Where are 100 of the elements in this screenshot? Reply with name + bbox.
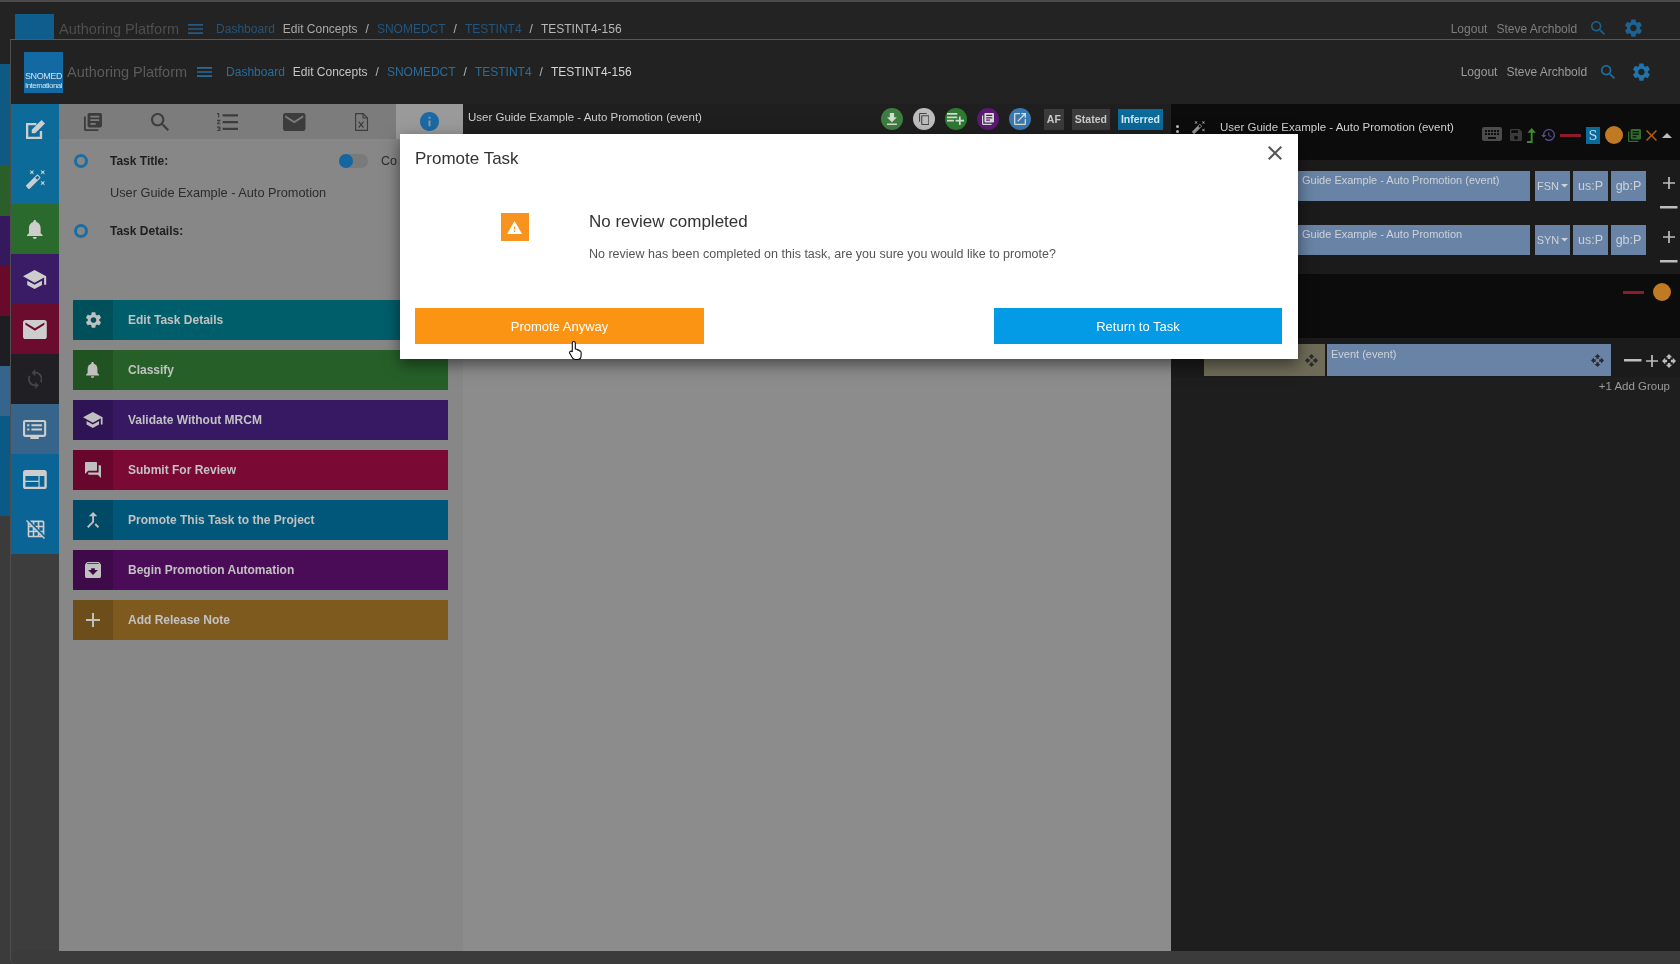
field-label: Task Details: bbox=[110, 224, 184, 238]
acceptability-button[interactable]: gb:P bbox=[1611, 171, 1646, 201]
caret-up-icon[interactable] bbox=[1662, 132, 1672, 138]
download-icon[interactable] bbox=[880, 108, 903, 130]
action-button[interactable]: Classify bbox=[73, 350, 448, 390]
breadcrumb-link[interactable]: Dashboard bbox=[216, 21, 275, 37]
sidebar-button[interactable] bbox=[11, 304, 59, 354]
message-heading: No review completed bbox=[589, 212, 749, 232]
sidebar-button[interactable] bbox=[11, 204, 59, 254]
plus-icon[interactable] bbox=[1663, 231, 1675, 243]
acceptability-button[interactable]: us:P bbox=[1573, 225, 1608, 255]
promote-anyway-button[interactable]: Promote Anyway bbox=[415, 308, 704, 344]
view-toggle-button[interactable]: AF bbox=[1043, 108, 1064, 130]
status-dot-icon bbox=[1653, 283, 1671, 301]
minus-icon[interactable] bbox=[1660, 206, 1678, 209]
breadcrumb-link[interactable]: TESTINT4 bbox=[464, 21, 522, 37]
grid-off-icon bbox=[25, 519, 45, 539]
term-type-dropdown[interactable]: SYN bbox=[1535, 225, 1570, 255]
message-text: No review has been completed on this task, are you sure you would like to promote? bbox=[589, 246, 1056, 262]
menu-icon[interactable] bbox=[188, 24, 204, 34]
vertical-dots-icon[interactable] bbox=[1176, 125, 1179, 133]
action-button[interactable]: Promote This Task to the Project bbox=[73, 500, 448, 540]
graduation-cap-icon bbox=[23, 269, 47, 289]
logout-link[interactable]: Logout bbox=[1460, 64, 1498, 80]
sidebar-button[interactable] bbox=[11, 454, 59, 504]
dialog-title: Promote Task bbox=[415, 149, 519, 169]
field-label: Task Title: bbox=[110, 154, 169, 168]
history-icon[interactable] bbox=[1541, 129, 1555, 141]
ring-icon bbox=[74, 154, 88, 168]
breadcrumb-separator: / bbox=[453, 21, 457, 37]
add-to-list-icon[interactable] bbox=[944, 108, 967, 130]
plus-icon[interactable] bbox=[1663, 177, 1675, 189]
description-field[interactable]: Guide Example - Auto Promotion bbox=[1298, 225, 1530, 255]
description-field[interactable]: Guide Example - Auto Promotion (event) bbox=[1298, 171, 1530, 201]
settings-icon[interactable] bbox=[1625, 19, 1642, 37]
breadcrumb-item: Edit Concepts bbox=[282, 21, 358, 37]
stacked-pages-icon[interactable] bbox=[976, 108, 999, 130]
logout-link[interactable]: Logout bbox=[1450, 21, 1488, 37]
minus-icon[interactable] bbox=[1560, 133, 1581, 137]
minus-icon[interactable] bbox=[1660, 260, 1678, 263]
settings-icon[interactable] bbox=[1633, 63, 1650, 81]
logo-text: SNOMED bbox=[24, 71, 63, 81]
bell-icon bbox=[73, 350, 113, 390]
plus-icon bbox=[73, 600, 113, 640]
breadcrumb-separator: / bbox=[375, 64, 379, 80]
up-arrow-icon[interactable] bbox=[1527, 127, 1536, 143]
menu-icon[interactable] bbox=[197, 67, 213, 77]
action-button[interactable]: Submit For Review bbox=[73, 450, 448, 490]
numbered-list-icon bbox=[216, 112, 238, 131]
search-icon[interactable] bbox=[1601, 65, 1616, 79]
close-icon[interactable] bbox=[1646, 129, 1657, 141]
term-type-dropdown[interactable]: FSN bbox=[1535, 171, 1570, 201]
breadcrumb-link[interactable]: SNOMEDCT bbox=[376, 21, 446, 37]
sidebar-button[interactable] bbox=[11, 504, 59, 554]
search-icon[interactable] bbox=[1591, 21, 1606, 35]
sidebar-button[interactable] bbox=[11, 254, 59, 304]
toggle-switch[interactable] bbox=[339, 154, 368, 168]
graduation-cap-icon bbox=[73, 400, 113, 440]
acceptability-button[interactable]: us:P bbox=[1573, 171, 1608, 201]
bell-icon bbox=[27, 219, 43, 239]
action-button[interactable]: Add Release Note bbox=[73, 600, 448, 640]
move-icon[interactable] bbox=[1661, 353, 1676, 368]
close-icon[interactable] bbox=[1268, 146, 1282, 160]
breadcrumb-separator: / bbox=[365, 21, 369, 37]
breadcrumb-current: TESTINT4-156 bbox=[550, 64, 632, 80]
status-badge: S bbox=[1586, 126, 1600, 144]
copy-icon[interactable] bbox=[912, 108, 935, 130]
add-group-link[interactable]: +1 Add Group bbox=[1598, 379, 1670, 393]
sidebar-button[interactable] bbox=[11, 404, 59, 454]
plus-icon[interactable] bbox=[1645, 354, 1658, 367]
open-external-icon[interactable] bbox=[1008, 108, 1031, 130]
info-icon bbox=[419, 112, 439, 131]
breadcrumb-link[interactable]: TESTINT4 bbox=[474, 64, 532, 80]
keyboard-icon[interactable] bbox=[1481, 127, 1502, 141]
warning-icon bbox=[501, 213, 529, 241]
stacked-pages-icon bbox=[83, 112, 102, 131]
ring-icon bbox=[74, 224, 88, 238]
view-toggle-button[interactable]: Stated bbox=[1071, 108, 1110, 130]
view-toggle-button[interactable]: Inferred bbox=[1117, 108, 1163, 130]
user-name: Steve Archbold bbox=[1506, 64, 1588, 80]
action-button[interactable]: Validate Without MRCM bbox=[73, 400, 448, 440]
envelope-icon bbox=[23, 319, 47, 339]
sidebar-button[interactable] bbox=[11, 104, 59, 154]
return-to-task-button[interactable]: Return to Task bbox=[994, 308, 1282, 344]
browser-window-icon bbox=[23, 469, 47, 489]
concept-title: User Guide Example - Auto Promotion (event) bbox=[468, 110, 702, 124]
action-button[interactable]: Begin Promotion Automation bbox=[73, 550, 448, 590]
app-name: Authoring Platform bbox=[67, 63, 188, 81]
acceptability-button[interactable]: gb:P bbox=[1611, 225, 1646, 255]
relationship-target-field[interactable]: Event (event) bbox=[1327, 344, 1611, 376]
breadcrumb-current: TESTINT4-156 bbox=[540, 21, 622, 37]
settings-icon bbox=[73, 300, 113, 340]
field-value: User Guide Example - Auto Promotion bbox=[110, 185, 328, 201]
breadcrumb-link[interactable]: SNOMEDCT bbox=[386, 64, 456, 80]
envelope-icon bbox=[283, 112, 306, 131]
search-icon bbox=[151, 112, 169, 131]
breadcrumb-link[interactable]: Dashboard bbox=[226, 64, 285, 80]
caret-down-icon bbox=[1561, 238, 1569, 242]
edit-icon bbox=[25, 119, 45, 139]
magic-wand-icon[interactable] bbox=[1192, 121, 1205, 134]
